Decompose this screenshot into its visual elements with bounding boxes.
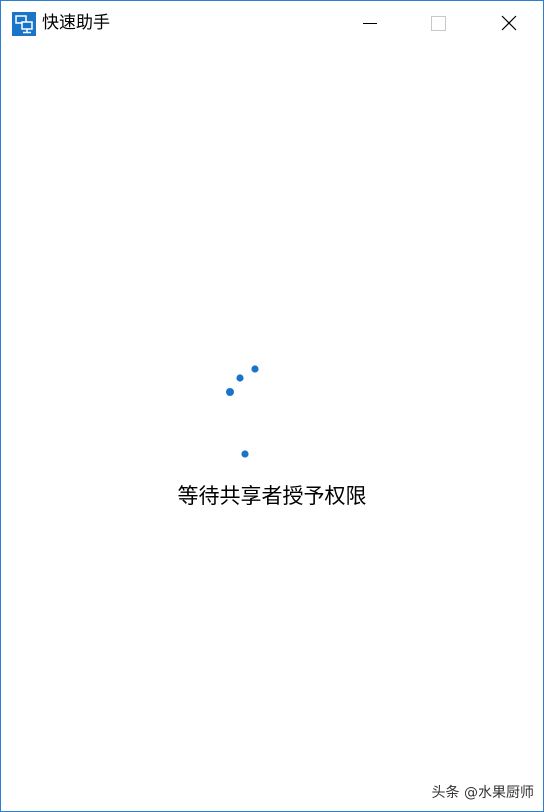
status-message: 等待共享者授予权限 [177, 484, 367, 508]
close-icon [501, 15, 517, 31]
remote-desktop-icon [12, 12, 36, 36]
minimize-icon [363, 23, 377, 24]
loading-spinner-icon [223, 361, 263, 461]
maximize-button[interactable] [415, 1, 461, 45]
app-window: 快速助手 等待共享者授予权限 [0, 0, 544, 812]
close-button[interactable] [485, 1, 531, 45]
watermark: 头条 @水果厨师 [431, 785, 534, 801]
minimize-button[interactable] [346, 1, 392, 45]
window-title: 快速助手 [42, 13, 110, 33]
maximize-icon [431, 16, 446, 31]
title-bar[interactable]: 快速助手 [1, 1, 543, 45]
